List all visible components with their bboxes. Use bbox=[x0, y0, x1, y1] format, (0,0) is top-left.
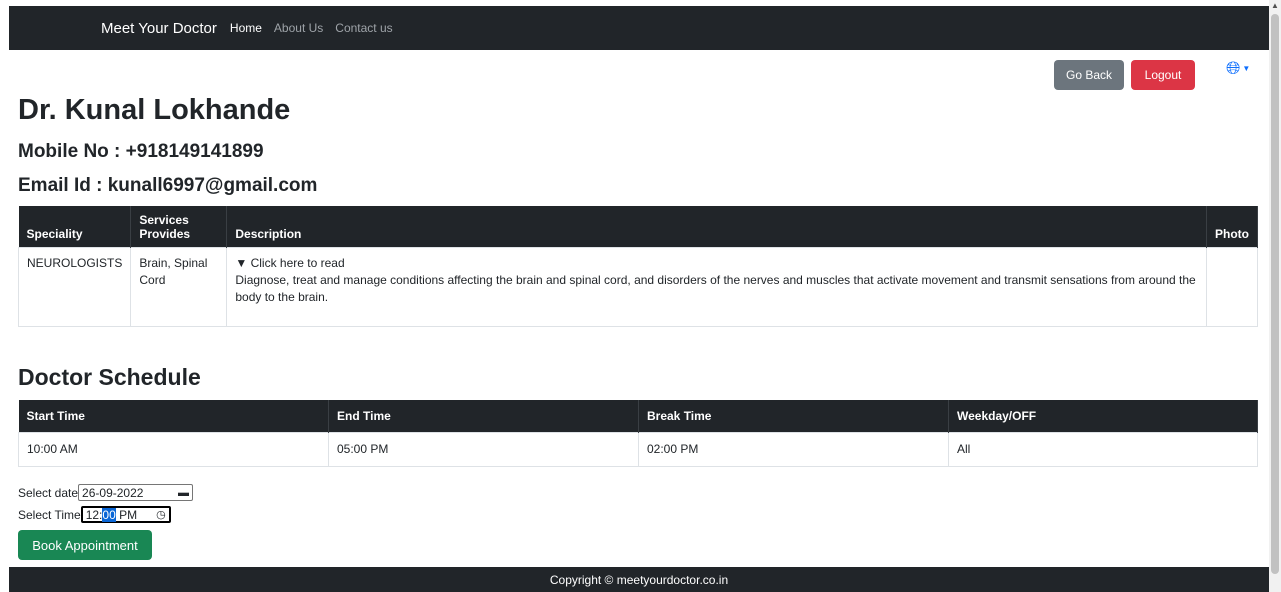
date-row: Select date 26-09-2022 ▬ bbox=[18, 483, 194, 502]
header-end-time: End Time bbox=[328, 400, 639, 432]
time-hour: 12: bbox=[85, 507, 103, 522]
time-label: Select Time bbox=[18, 507, 81, 522]
footer: Copyright © meetyourdoctor.co.in bbox=[9, 567, 1269, 592]
description-toggle[interactable]: ▼ Click here to read bbox=[235, 255, 1198, 272]
header-photo: Photo bbox=[1206, 206, 1258, 247]
date-label: Select date bbox=[18, 485, 79, 500]
scrollbar[interactable]: ▲ bbox=[1269, 0, 1281, 592]
start-time-cell: 10:00 AM bbox=[18, 431, 329, 467]
description-text: Diagnose, treat and manage conditions af… bbox=[235, 272, 1196, 304]
language-selector[interactable]: 🌐︎ ▼ bbox=[1226, 57, 1256, 79]
header-description: Description bbox=[226, 206, 1207, 247]
chevron-down-icon: ▼ bbox=[1242, 63, 1251, 73]
doctor-name: Dr. Kunal Lokhande bbox=[18, 94, 291, 126]
end-time-cell: 05:00 PM bbox=[328, 431, 639, 467]
nav-about-us[interactable]: About Us bbox=[274, 21, 323, 35]
globe-icon: 🌐︎ bbox=[1226, 57, 1241, 78]
weekday-cell: All bbox=[948, 431, 1258, 467]
description-cell: ▼ Click here to read Diagnose, treat and… bbox=[226, 246, 1207, 327]
header-services: Services Provides bbox=[130, 206, 228, 247]
table-row: NEUROLOGISTS Brain, Spinal Cord ▼ Click … bbox=[17, 246, 1258, 327]
table-row: 10:00 AM 05:00 PM 02:00 PM All bbox=[18, 431, 1258, 467]
go-back-button[interactable]: Go Back bbox=[1054, 60, 1124, 90]
booking-form: Select date 26-09-2022 ▬ Select Time 12:… bbox=[18, 483, 194, 560]
schedule-title: Doctor Schedule bbox=[18, 364, 201, 390]
date-value: 26-09-2022 bbox=[82, 485, 144, 500]
doctor-details-table: Speciality Services Provides Description… bbox=[17, 206, 1258, 327]
table-header-row: Start Time End Time Break Time Weekday/O… bbox=[18, 400, 1258, 432]
time-row: Select Time 12:00 PM ◷ bbox=[18, 505, 193, 524]
header-speciality: Speciality bbox=[18, 206, 132, 247]
time-ampm: PM bbox=[119, 507, 138, 522]
navbar: Meet Your Doctor Home About Us Contact u… bbox=[9, 6, 1269, 50]
scroll-thumb[interactable] bbox=[1271, 14, 1279, 574]
header-break-time: Break Time bbox=[638, 400, 949, 432]
footer-text: Copyright © meetyourdoctor.co.in bbox=[549, 572, 729, 587]
table-header-row: Speciality Services Provides Description… bbox=[18, 206, 1258, 247]
photo-cell bbox=[1206, 246, 1258, 327]
clock-icon[interactable]: ◷ bbox=[156, 508, 166, 521]
book-appointment-button[interactable]: Book Appointment bbox=[18, 530, 152, 560]
speciality-cell: NEUROLOGISTS bbox=[17, 246, 132, 327]
logout-button[interactable]: Logout bbox=[1131, 60, 1195, 90]
calendar-icon[interactable]: ▬ bbox=[178, 487, 189, 499]
header-weekday: Weekday/OFF bbox=[948, 400, 1258, 432]
doctor-mobile: Mobile No : +918149141899 bbox=[18, 141, 264, 162]
time-minute: 00 bbox=[102, 507, 116, 522]
time-value: 12:00 PM bbox=[85, 507, 138, 522]
nav-home[interactable]: Home bbox=[230, 21, 262, 35]
scroll-up-arrow-icon[interactable]: ▲ bbox=[1271, 2, 1279, 10]
time-input[interactable]: 12:00 PM ◷ bbox=[80, 506, 171, 523]
date-input[interactable]: 26-09-2022 ▬ bbox=[78, 484, 194, 501]
doctor-email: Email Id : kunall6997@gmail.com bbox=[18, 175, 318, 196]
services-cell: Brain, Spinal Cord bbox=[130, 246, 228, 327]
schedule-table: Start Time End Time Break Time Weekday/O… bbox=[18, 400, 1258, 467]
break-time-cell: 02:00 PM bbox=[638, 431, 949, 467]
nav-contact-us[interactable]: Contact us bbox=[335, 21, 392, 35]
brand[interactable]: Meet Your Doctor bbox=[101, 20, 217, 37]
header-start-time: Start Time bbox=[18, 400, 329, 432]
